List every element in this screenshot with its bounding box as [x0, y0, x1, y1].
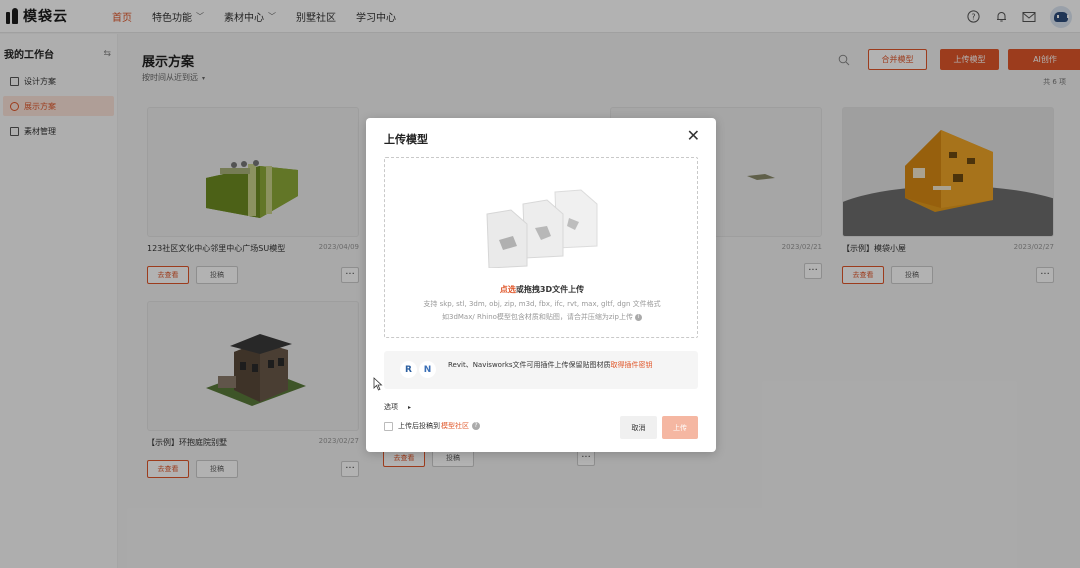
dialog-title: 上传模型: [384, 133, 428, 146]
cancel-button[interactable]: 取消: [620, 416, 657, 439]
select-file-link[interactable]: 点选: [500, 285, 516, 294]
close-icon[interactable]: ✕: [687, 128, 700, 144]
help-icon[interactable]: ?: [472, 422, 480, 430]
plugin-banner: R N Revit、Navisworks文件可用插件上传保留贴图材质取得插件密钥: [384, 351, 698, 389]
upload-button[interactable]: 上传: [662, 416, 698, 439]
model-community-link[interactable]: 模型社区: [441, 421, 469, 431]
file-stack-icon: [486, 189, 598, 268]
get-plugin-key-link[interactable]: 取得插件密钥: [611, 361, 653, 369]
plugin-text: Revit、Navisworks文件可用插件上传保留贴图材质取得插件密钥: [448, 361, 653, 369]
post-to-community-row: 上传后投稿到 模型社区 ?: [384, 421, 480, 431]
revit-logo-icon: R: [400, 361, 417, 378]
zip-hint: 如3dMax/ Rhino模型包含材质和贴图，请合并压缩为zip上传 i: [385, 312, 699, 322]
caret-right-icon: ▸: [408, 404, 412, 411]
post-to-community-checkbox[interactable]: [384, 421, 393, 431]
supported-formats: 支持 skp, stl, 3dm, obj, zip, m3d, fbx, if…: [423, 300, 661, 308]
file-drop-zone[interactable]: 点选或拖拽3D文件上传 支持 skp, stl, 3dm, obj, zip, …: [384, 157, 698, 338]
drop-zone-title: 点选或拖拽3D文件上传: [499, 285, 585, 294]
mouse-cursor-icon: [373, 377, 383, 391]
info-icon[interactable]: i: [634, 313, 642, 321]
options-toggle[interactable]: 选项 ▸: [384, 402, 411, 412]
upload-model-dialog: 上传模型 ✕ 点选或拖拽3D文件上传 支持 skp, stl, 3dm, obj…: [366, 118, 716, 452]
navisworks-logo-icon: N: [419, 361, 436, 378]
